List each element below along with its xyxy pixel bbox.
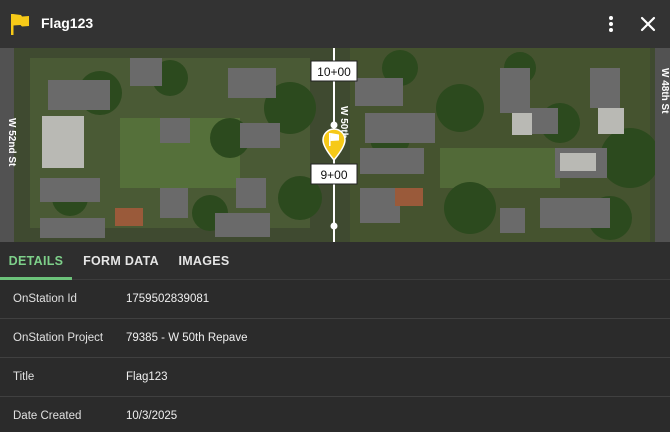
page-title: Flag123 bbox=[41, 15, 94, 31]
detail-row-title: Title Flag123 bbox=[0, 358, 670, 397]
detail-label: OnStation Id bbox=[13, 293, 77, 305]
tab-images[interactable]: IMAGES bbox=[172, 242, 236, 280]
more-vert-icon bbox=[609, 16, 613, 20]
more-options-button[interactable] bbox=[600, 12, 622, 36]
station-tick-bottom bbox=[330, 222, 338, 230]
tab-details[interactable]: DETAILS bbox=[0, 242, 72, 280]
map-canvas: W 52nd St W 50th W 48th St 10+00 9+00 bbox=[0, 48, 670, 242]
detail-value: 10/3/2025 bbox=[126, 410, 178, 422]
detail-row-onstation-project: OnStation Project 79385 - W 50th Repave bbox=[0, 319, 670, 358]
station-label-bottom: 9+00 bbox=[320, 168, 347, 182]
station-tick-top bbox=[330, 121, 338, 129]
more-vert-dot bbox=[609, 28, 613, 32]
detail-label: OnStation Project bbox=[13, 332, 104, 344]
street-label-right: W 48th St bbox=[659, 68, 670, 114]
detail-row-onstation-id: OnStation Id 1759502839081 bbox=[0, 280, 670, 319]
flag-icon bbox=[11, 14, 29, 35]
station-label-top: 10+00 bbox=[317, 65, 351, 79]
detail-label: Title bbox=[13, 371, 35, 383]
detail-value: Flag123 bbox=[126, 371, 168, 383]
tab-bar: DETAILS FORM DATA IMAGES bbox=[0, 242, 670, 280]
street-label-left: W 52nd St bbox=[6, 118, 17, 167]
satellite-map[interactable]: W 52nd St W 50th W 48th St 10+00 9+00 bbox=[0, 48, 670, 242]
details-list: OnStation Id 1759502839081 OnStation Pro… bbox=[0, 280, 670, 432]
detail-value: 79385 - W 50th Repave bbox=[126, 332, 248, 344]
tab-form-data[interactable]: FORM DATA bbox=[80, 242, 162, 280]
detail-row-date-created: Date Created 10/3/2025 bbox=[0, 397, 670, 432]
close-icon[interactable] bbox=[637, 13, 659, 35]
detail-label: Date Created bbox=[13, 410, 82, 422]
detail-value: 1759502839081 bbox=[126, 293, 210, 305]
panel-header: Flag123 bbox=[0, 0, 670, 48]
more-vert-dot bbox=[609, 22, 613, 26]
